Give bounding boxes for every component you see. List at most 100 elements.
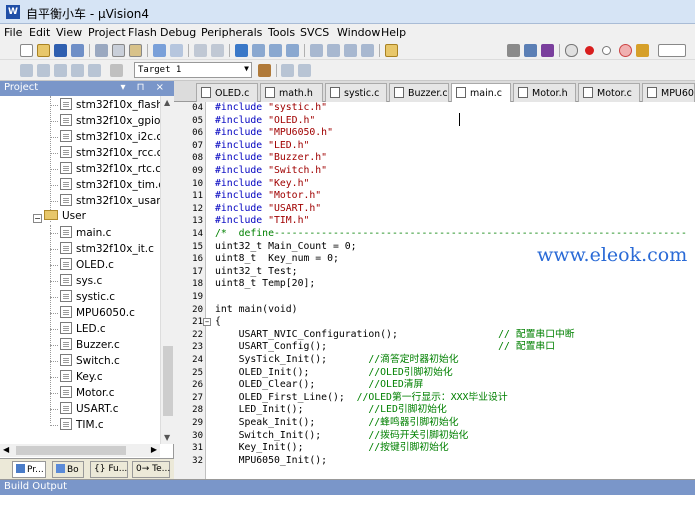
open-folder-icon[interactable] [37, 44, 50, 57]
save-icon[interactable] [54, 44, 67, 57]
bookmark-icon[interactable] [235, 44, 248, 57]
collapse-toggle[interactable]: − [33, 214, 42, 223]
insert-remove-breakpoint-icon[interactable] [636, 44, 649, 57]
download-icon[interactable] [110, 64, 123, 77]
dropdown-icon[interactable] [507, 44, 520, 57]
tab-main-c[interactable]: main.c [451, 83, 511, 103]
tab-mpu6050[interactable]: MPU6050 [642, 83, 695, 102]
tab-project[interactable]: Pr... [12, 461, 46, 478]
menu-help[interactable]: Help [381, 26, 406, 39]
clear-bookmarks-icon[interactable] [286, 44, 299, 57]
code-line[interactable]: 04 #include "systic.h" [174, 102, 695, 115]
stop-build-icon[interactable] [88, 64, 101, 77]
tab-oled-c[interactable]: OLED.c [196, 83, 258, 102]
code-line[interactable]: 06 #include "MPU6050.h" [174, 127, 695, 140]
nav-forward-icon[interactable] [211, 44, 224, 57]
code-line[interactable]: 13 #include "TIM.h" [174, 215, 695, 228]
code-line[interactable]: 08 #include "Buzzer.h" [174, 152, 695, 165]
code-editor[interactable]: 04 #include "systic.h" 05 #include "OLED.h"… [174, 102, 695, 479]
tree-file[interactable]: stm32f10x_i2c.c [50, 130, 160, 146]
start-debug-icon[interactable] [565, 44, 578, 57]
target-options-icon[interactable] [258, 64, 271, 77]
tab-templates[interactable]: 0→ Te... [132, 461, 170, 478]
fold-toggle-icon[interactable]: − [203, 318, 211, 327]
tab-functions[interactable]: {} Fu... [90, 461, 128, 478]
undo-icon[interactable] [153, 44, 166, 57]
window-layout-dropdown[interactable] [658, 44, 686, 57]
tree-file[interactable]: stm32f10x_rcc.c [50, 146, 160, 162]
tree-file[interactable]: MPU6050.c [50, 306, 135, 322]
menu-svcs[interactable]: SVCS [300, 26, 329, 39]
tree-file[interactable]: Key.c [50, 370, 103, 386]
code-line[interactable]: 10 #include "Key.h" [174, 178, 695, 191]
kill-breakpoints-icon[interactable] [619, 44, 632, 57]
menu-edit[interactable]: Edit [29, 26, 50, 39]
code-line[interactable]: 31 Key_Init(); //按键引脚初始化 [174, 442, 695, 455]
scrollbar-thumb[interactable] [163, 346, 173, 416]
menu-file[interactable]: File [4, 26, 22, 39]
tree-file[interactable]: Motor.c [50, 386, 115, 402]
next-bookmark-icon[interactable] [269, 44, 282, 57]
tree-file[interactable]: sys.c [50, 274, 102, 290]
code-line[interactable]: 22 USART_NVIC_Configuration(); // 配置串口中断 [174, 329, 695, 342]
tree-file[interactable]: Buzzer.c [50, 338, 120, 354]
uncomment-icon[interactable] [361, 44, 374, 57]
tab-motor-c[interactable]: Motor.c [578, 83, 640, 102]
find-in-files-icon[interactable] [385, 44, 398, 57]
menu-project[interactable]: Project [88, 26, 126, 39]
tab-books[interactable]: Bo [52, 461, 84, 478]
code-line[interactable]: 24 SysTick_Init(); //滴答定时器初始化 [174, 354, 695, 367]
tree-file[interactable]: stm32f10x_usart.c [50, 194, 160, 210]
nav-back-icon[interactable] [194, 44, 207, 57]
tree-file[interactable]: stm32f10x_it.c [50, 242, 154, 258]
tree-file[interactable]: USART.c [50, 402, 119, 418]
menu-view[interactable]: View [56, 26, 82, 39]
cut-icon[interactable] [95, 44, 108, 57]
code-line[interactable]: 32 MPU6050_Init(); [174, 455, 695, 468]
code-line[interactable]: 17 uint32_t Test; [174, 266, 695, 279]
comment-icon[interactable] [344, 44, 357, 57]
select-packs-icon[interactable] [298, 64, 311, 77]
redo-icon[interactable] [170, 44, 183, 57]
code-line[interactable]: 20 int main(void) [174, 304, 695, 317]
code-line[interactable]: 29 Speak_Init(); //蜂鸣器引脚初始化 [174, 417, 695, 430]
indent-icon[interactable] [310, 44, 323, 57]
tree-file[interactable]: stm32f10x_flash.c [50, 98, 160, 114]
tab-buzzer-c[interactable]: Buzzer.c [389, 83, 449, 102]
tab-systic-c[interactable]: systic.c [325, 83, 387, 102]
tree-file[interactable]: LED.c [50, 322, 106, 338]
code-line[interactable]: 14 /* define-----------------------------… [174, 228, 695, 241]
rebuild-icon[interactable] [54, 64, 67, 77]
tree-group-user[interactable]: User [44, 210, 86, 226]
code-line[interactable]: 07 #include "LED.h" [174, 140, 695, 153]
paste-icon[interactable] [129, 44, 142, 57]
scrollbar-thumb[interactable] [16, 446, 126, 455]
unindent-icon[interactable] [327, 44, 340, 57]
tree-file[interactable]: systic.c [50, 290, 115, 306]
code-line[interactable]: 05 #include "OLED.h" [174, 115, 695, 128]
code-line[interactable]: 25 OLED_Init(); //OLED引脚初始化 [174, 367, 695, 380]
scroll-up-icon[interactable]: ▲ [164, 98, 170, 107]
scroll-down-icon[interactable]: ▼ [164, 433, 170, 442]
tree-file[interactable]: TIM.c [50, 418, 104, 434]
scroll-left-icon[interactable]: ◀ [3, 445, 9, 454]
tab-math-h[interactable]: math.h [260, 83, 323, 102]
code-line[interactable]: 21−{ [174, 316, 695, 329]
breakpoint-icon[interactable] [585, 46, 594, 55]
tree-file[interactable]: main.c [50, 226, 111, 242]
scroll-right-icon[interactable]: ▶ [151, 445, 157, 454]
menu-flash[interactable]: Flash [128, 26, 157, 39]
build-icon[interactable] [37, 64, 50, 77]
menu-peripherals[interactable]: Peripherals [201, 26, 262, 39]
tree-file[interactable]: stm32f10x_rtc.c [50, 162, 160, 178]
tree-file[interactable]: stm32f10x_gpio.c [50, 114, 160, 130]
build-target-icon[interactable] [524, 44, 537, 57]
code-line[interactable]: 26 OLED_Clear(); //OLED清屏 [174, 379, 695, 392]
save-all-icon[interactable] [71, 44, 84, 57]
tree-file[interactable]: Switch.c [50, 354, 120, 370]
tab-motor-h[interactable]: Motor.h [513, 83, 576, 102]
batch-build-icon[interactable] [71, 64, 84, 77]
code-line[interactable]: 09 #include "Switch.h" [174, 165, 695, 178]
menu-debug[interactable]: Debug [160, 26, 196, 39]
prev-bookmark-icon[interactable] [252, 44, 265, 57]
